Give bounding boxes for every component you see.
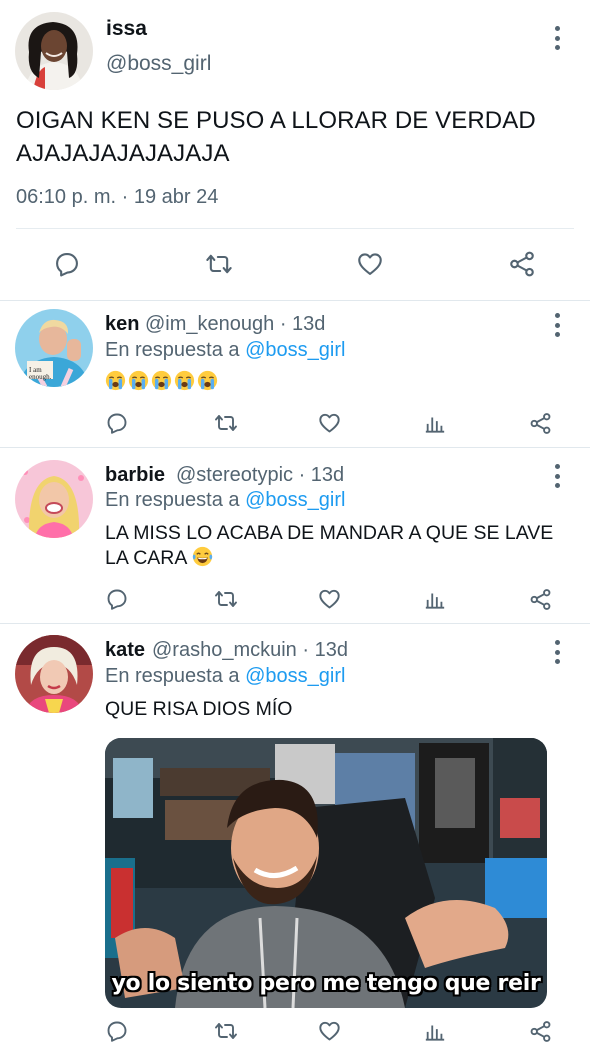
analytics-icon — [425, 417, 445, 433]
like-button[interactable] — [315, 1017, 343, 1045]
retweet-button[interactable] — [211, 1017, 241, 1045]
user-handle[interactable]: @boss_girl — [106, 52, 211, 76]
retweet-icon — [206, 254, 232, 274]
media-caption: yo lo siento pero me tengo que reir — [111, 971, 541, 996]
loudly-crying-face-icon — [174, 370, 195, 391]
analytics-icon — [425, 1025, 445, 1041]
more-options-icon[interactable] — [551, 26, 563, 50]
reply-tweet: barbie @stereotypic · 13d En respuesta a… — [0, 448, 590, 623]
avatar[interactable] — [15, 12, 93, 90]
svg-text:enough.: enough. — [29, 373, 52, 381]
profile-photo-icon — [15, 460, 93, 538]
analytics-button[interactable] — [422, 409, 448, 437]
share-button[interactable] — [505, 247, 539, 281]
avatar[interactable] — [15, 460, 93, 538]
reply-button[interactable] — [103, 585, 131, 613]
avatar[interactable]: I am enough. — [15, 309, 93, 387]
reply-context: En respuesta a @boss_girl — [105, 339, 345, 362]
retweet-button[interactable] — [211, 585, 241, 613]
reply-icon — [56, 253, 78, 277]
profile-photo-icon — [15, 635, 93, 713]
share-icon — [530, 1020, 550, 1042]
reply-icon — [107, 1021, 127, 1042]
more-options-icon[interactable] — [551, 640, 563, 664]
reply-prefix: En respuesta a — [105, 339, 240, 361]
tweet-text: LA MISS LO ACABA DE MANDAR A QUE SE LAVE… — [105, 521, 575, 571]
share-button[interactable] — [526, 409, 554, 437]
tweet-text — [105, 370, 575, 395]
analytics-button[interactable] — [422, 585, 448, 613]
tweet-timestamp[interactable]: 06:10 p. m. · 19 abr 24 — [16, 186, 218, 209]
reply-context: En respuesta a @boss_girl — [105, 665, 345, 688]
like-button[interactable] — [353, 247, 387, 281]
tweet-text: QUE RISA DIOS MÍO — [105, 698, 293, 720]
display-name[interactable]: issa — [106, 17, 147, 41]
main-tweet: issa @boss_girl OIGAN KEN SE PUSO A LLOR… — [0, 0, 590, 300]
reply-icon — [107, 413, 127, 434]
reply-button[interactable] — [50, 247, 84, 281]
reply-target-link[interactable]: @boss_girl — [245, 489, 345, 511]
loudly-crying-face-icon — [105, 370, 126, 391]
retweet-icon — [215, 591, 237, 607]
reply-tweet: I am enough. ken @im_kenough · 13d En re… — [0, 301, 590, 447]
loudly-crying-face-icon — [128, 370, 149, 391]
heart-icon — [318, 413, 340, 433]
tweet-text: OIGAN KEN SE PUSO A LLORAR DE VERDAD AJA… — [16, 107, 536, 167]
face-with-tears-of-joy-icon — [192, 546, 212, 567]
reply-target-link[interactable]: @boss_girl — [245, 665, 345, 687]
user-handle[interactable]: @im_kenough · 13d — [145, 313, 325, 336]
avatar[interactable] — [15, 635, 93, 713]
retweet-button[interactable] — [211, 409, 241, 437]
reply-prefix: En respuesta a — [105, 489, 240, 511]
tweet-media-image[interactable]: yo lo siento pero me tengo que reir — [105, 738, 547, 1008]
loudly-crying-face-icon — [151, 370, 172, 391]
display-name[interactable]: barbie — [105, 464, 165, 487]
user-handle[interactable]: @stereotypic · 13d — [176, 464, 344, 487]
heart-icon — [318, 1021, 340, 1041]
share-button[interactable] — [526, 585, 554, 613]
analytics-icon — [425, 593, 445, 609]
reply-button[interactable] — [103, 409, 131, 437]
profile-photo-icon — [15, 12, 93, 90]
retweet-button[interactable] — [201, 247, 237, 281]
heart-icon — [318, 589, 340, 609]
more-options-icon[interactable] — [551, 313, 563, 337]
reply-target-link[interactable]: @boss_girl — [245, 339, 345, 361]
reply-button[interactable] — [103, 1017, 131, 1045]
meme-image-icon — [105, 738, 547, 1008]
analytics-button[interactable] — [422, 1017, 448, 1045]
share-icon — [530, 588, 550, 610]
like-button[interactable] — [315, 409, 343, 437]
display-name[interactable]: ken — [105, 313, 139, 336]
reply-prefix: En respuesta a — [105, 665, 240, 687]
share-icon — [530, 412, 550, 434]
user-handle[interactable]: @rasho_mckuin · 13d — [152, 639, 348, 662]
more-options-icon[interactable] — [551, 464, 563, 488]
divider — [16, 228, 574, 229]
reply-context: En respuesta a @boss_girl — [105, 489, 345, 512]
loudly-crying-face-icon — [197, 370, 218, 391]
share-button[interactable] — [526, 1017, 554, 1045]
reply-icon — [107, 589, 127, 610]
like-button[interactable] — [315, 585, 343, 613]
retweet-icon — [215, 1023, 237, 1039]
share-icon — [510, 251, 534, 277]
tweet-text-content: LA MISS LO ACABA DE MANDAR A QUE SE LAVE… — [105, 522, 554, 569]
heart-icon — [358, 253, 382, 275]
display-name[interactable]: kate — [105, 639, 145, 662]
profile-photo-icon: I am enough. — [15, 309, 93, 387]
retweet-icon — [215, 415, 237, 431]
